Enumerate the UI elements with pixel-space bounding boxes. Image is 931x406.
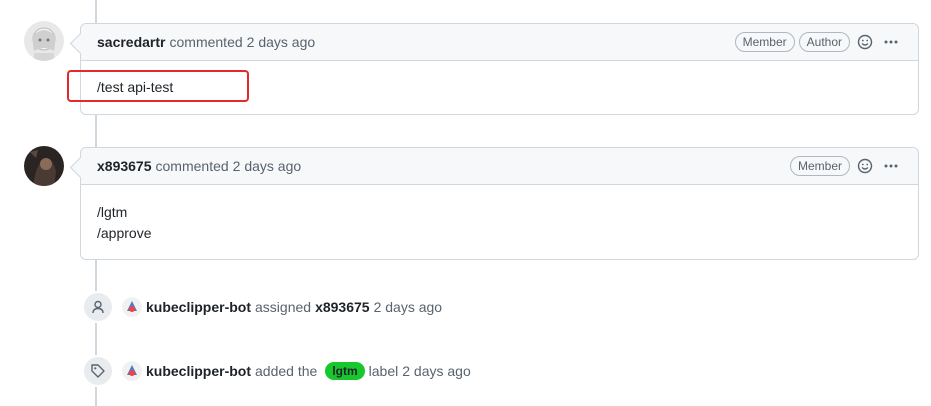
member-badge: Member xyxy=(789,156,850,176)
timeline-event-labeled: kubeclipper-bot added the lgtm label 2 d… xyxy=(80,355,475,387)
avatar[interactable] xyxy=(24,21,64,61)
avatar[interactable] xyxy=(24,146,64,186)
timeline-event-assigned: kubeclipper-bot assigned x893675 2 days … xyxy=(80,291,446,323)
event-time[interactable]: 2 days ago xyxy=(402,363,471,379)
highlight-annotation xyxy=(67,70,249,102)
comment-line: /approve xyxy=(97,225,152,241)
assignee-name[interactable]: x893675 xyxy=(315,299,370,315)
event-time[interactable]: 2 days ago xyxy=(374,299,443,315)
comment-action: commented xyxy=(155,158,229,174)
event-suffix: label xyxy=(368,363,399,379)
kebab-menu-icon[interactable] xyxy=(880,155,902,177)
bot-avatar[interactable] xyxy=(122,297,142,317)
comment-action: commented xyxy=(169,34,243,50)
kebab-menu-icon[interactable] xyxy=(880,31,902,53)
event-verb: assigned xyxy=(255,299,312,315)
comment-time[interactable]: 2 days ago xyxy=(233,158,302,174)
author-badge: Author xyxy=(798,32,850,52)
smiley-icon[interactable] xyxy=(854,31,876,53)
comment-header: sacredartr commented 2 days ago Member A… xyxy=(81,24,918,61)
actor-name[interactable]: kubeclipper-bot xyxy=(146,363,251,379)
comment-line: /lgtm xyxy=(97,204,128,220)
author-name[interactable]: x893675 xyxy=(97,158,152,174)
bot-avatar[interactable] xyxy=(122,361,142,381)
label-badge[interactable]: lgtm xyxy=(325,362,365,380)
actor-name[interactable]: kubeclipper-bot xyxy=(146,299,251,315)
person-icon xyxy=(82,291,114,323)
comment-header: x893675 commented 2 days ago Member xyxy=(81,148,918,185)
member-badge: Member xyxy=(734,32,795,52)
smiley-icon[interactable] xyxy=(854,155,876,177)
comment-card: x893675 commented 2 days ago Member /lgt… xyxy=(80,147,919,260)
comment-time[interactable]: 2 days ago xyxy=(247,34,316,50)
tag-icon xyxy=(82,355,114,387)
author-name[interactable]: sacredartr xyxy=(97,34,166,50)
comment-body: /lgtm /approve xyxy=(81,185,918,259)
event-verb: added the xyxy=(255,363,318,379)
